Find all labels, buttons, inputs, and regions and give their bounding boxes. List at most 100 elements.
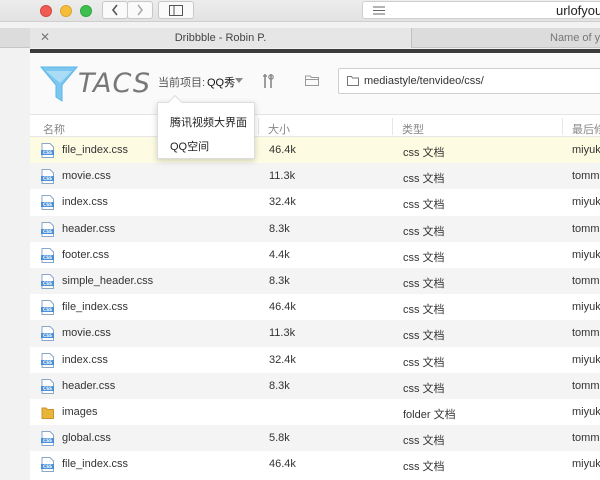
column-header-name[interactable]: 名称	[43, 121, 65, 137]
file-size-cell: 8.3k	[269, 222, 290, 235]
file-size-cell: 32.4k	[269, 353, 296, 366]
column-header-modified[interactable]: 最后修	[572, 121, 600, 137]
funnel-logo-icon	[40, 66, 78, 102]
close-window-button[interactable]	[40, 5, 52, 17]
file-size-cell: 4.4k	[269, 248, 290, 261]
file-modifier-cell: tomm	[572, 432, 600, 445]
table-row[interactable]: CSS simple_header.css 8.3k css 文档 tomm	[30, 267, 600, 295]
file-modifier-cell: tomm	[572, 379, 600, 392]
file-name-cell: footer.css	[62, 248, 110, 261]
column-header-size[interactable]: 大小	[268, 121, 290, 137]
file-size-cell: 46.4k	[269, 301, 296, 314]
path-text: mediastyle/tenvideo/css/	[364, 75, 484, 87]
column-divider	[562, 118, 563, 135]
file-type-cell: css 文档	[403, 382, 445, 395]
sidebar-icon	[169, 4, 183, 16]
svg-text:CSS: CSS	[43, 281, 52, 286]
table-row[interactable]: CSS file_index.css 46.4k css 文档 miyuki	[30, 137, 600, 164]
svg-text:CSS: CSS	[43, 438, 52, 443]
table-row[interactable]: CSS header.css 8.3k css 文档 tomm	[30, 215, 600, 242]
file-name-cell: file_index.css	[62, 301, 129, 314]
file-name-cell: header.css	[62, 222, 116, 235]
column-divider	[392, 118, 393, 135]
column-header-type[interactable]: 类型	[402, 121, 424, 137]
table-row[interactable]: CSS movie.css 11.3k css 文档 tomm	[30, 320, 600, 347]
file-type-cell: css 文档	[403, 199, 445, 212]
css-file-icon: CSS	[41, 169, 54, 185]
svg-text:CSS: CSS	[43, 229, 52, 234]
table-row[interactable]: CSS index.css 32.4k css 文档 miyuki	[30, 347, 600, 373]
file-type-cell: css 文档	[403, 225, 445, 238]
svg-text:CSS: CSS	[43, 150, 52, 155]
svg-text:CSS: CSS	[43, 307, 52, 312]
css-file-icon: CSS	[41, 378, 54, 394]
file-modifier-cell: miyuki	[572, 458, 600, 471]
css-file-icon: CSS	[41, 247, 54, 263]
file-size-cell: 8.3k	[269, 274, 290, 287]
svg-text:CSS: CSS	[43, 464, 52, 469]
css-file-icon: CSS	[41, 431, 54, 447]
minimize-window-button[interactable]	[60, 5, 72, 17]
file-modifier-cell: tomm	[572, 274, 600, 287]
tab-dribbble[interactable]: ✕ Dribbble - Robin P.	[30, 28, 412, 48]
url-text: urlofyou	[556, 3, 600, 18]
caret-down-icon[interactable]	[235, 78, 243, 83]
file-name-cell: images	[62, 405, 98, 418]
table-row[interactable]: CSS header.css 8.3k css 文档 tomm	[30, 372, 600, 399]
file-modifier-cell: miyuki	[572, 144, 600, 156]
file-name-cell: file_index.css	[62, 144, 129, 156]
css-file-icon: CSS	[41, 195, 54, 211]
file-name-cell: movie.css	[62, 327, 111, 340]
file-type-cell: css 文档	[403, 304, 445, 317]
file-name-cell: file_index.css	[62, 458, 129, 471]
file-modifier-cell: miyuki	[572, 301, 600, 314]
path-input[interactable]: mediastyle/tenvideo/css/	[338, 68, 600, 94]
table-row[interactable]: CSS footer.css 4.4k css 文档 miyuki	[30, 242, 600, 268]
tab-name-of-you[interactable]: Name of y	[550, 32, 600, 44]
file-name-cell: movie.css	[62, 170, 111, 183]
folder-icon	[41, 405, 54, 420]
svg-text:CSS: CSS	[43, 255, 52, 260]
css-file-icon: CSS	[41, 300, 54, 316]
file-size-cell: 32.4k	[269, 196, 296, 209]
back-button[interactable]	[102, 1, 128, 19]
file-type-cell: css 文档	[403, 461, 445, 474]
table-row[interactable]: CSS file_index.css 46.4k css 文档 miyuki	[30, 451, 600, 477]
css-file-icon: CSS	[41, 143, 54, 158]
table-row[interactable]: CSS movie.css 11.3k css 文档 tomm	[30, 163, 600, 190]
table-row[interactable]: CSS index.css 32.4k css 文档 miyuki	[30, 189, 600, 215]
css-file-icon: CSS	[41, 221, 54, 237]
folder-icon[interactable]	[305, 74, 319, 86]
file-size-cell: 46.4k	[269, 144, 296, 156]
file-type-cell: css 文档	[403, 356, 445, 369]
file-table-body: CSS file_index.css 46.4k css 文档 miyuki CSS mov…	[30, 137, 600, 477]
file-type-cell: css 文档	[403, 435, 445, 448]
css-file-icon: CSS	[41, 273, 54, 289]
tacs-app: TACS 当前项目: QQ秀 mediastyle/tenvideo/css/ …	[30, 53, 600, 480]
file-modifier-cell: tomm	[572, 222, 600, 235]
table-row[interactable]: CSS global.css 5.8k css 文档 tomm	[30, 425, 600, 452]
app-header: TACS 当前项目: QQ秀 mediastyle/tenvideo/css/	[30, 53, 600, 115]
table-row[interactable]: images folder 文档 miyuki	[30, 399, 600, 425]
dropdown-item-tencent-video[interactable]: 腾讯视频大界面	[170, 114, 247, 130]
svg-text:CSS: CSS	[43, 176, 52, 181]
current-project-selector[interactable]: QQ秀	[207, 74, 235, 90]
file-modifier-cell: miyuki	[572, 353, 600, 366]
svg-text:CSS: CSS	[43, 203, 52, 208]
file-type-cell: css 文档	[403, 173, 445, 186]
file-type-cell: folder 文档	[403, 408, 456, 421]
sidebar-toggle-button[interactable]	[158, 1, 194, 19]
tab-bar: ✕ Dribbble - Robin P. Name of y	[0, 28, 600, 48]
forward-button[interactable]	[127, 1, 153, 19]
file-type-cell: css 文档	[403, 251, 445, 264]
chevron-right-icon	[137, 4, 144, 16]
table-row[interactable]: CSS file_index.css 46.4k css 文档 miyuki	[30, 294, 600, 320]
svg-text:CSS: CSS	[43, 334, 52, 339]
svg-text:CSS: CSS	[43, 386, 52, 391]
dropdown-item-qzone[interactable]: QQ空间	[170, 138, 209, 154]
css-file-icon: CSS	[41, 326, 54, 342]
css-file-icon: CSS	[41, 457, 54, 473]
tools-icon[interactable]	[262, 73, 274, 89]
maximize-window-button[interactable]	[80, 5, 92, 17]
file-modifier-cell: miyuki	[572, 196, 600, 209]
